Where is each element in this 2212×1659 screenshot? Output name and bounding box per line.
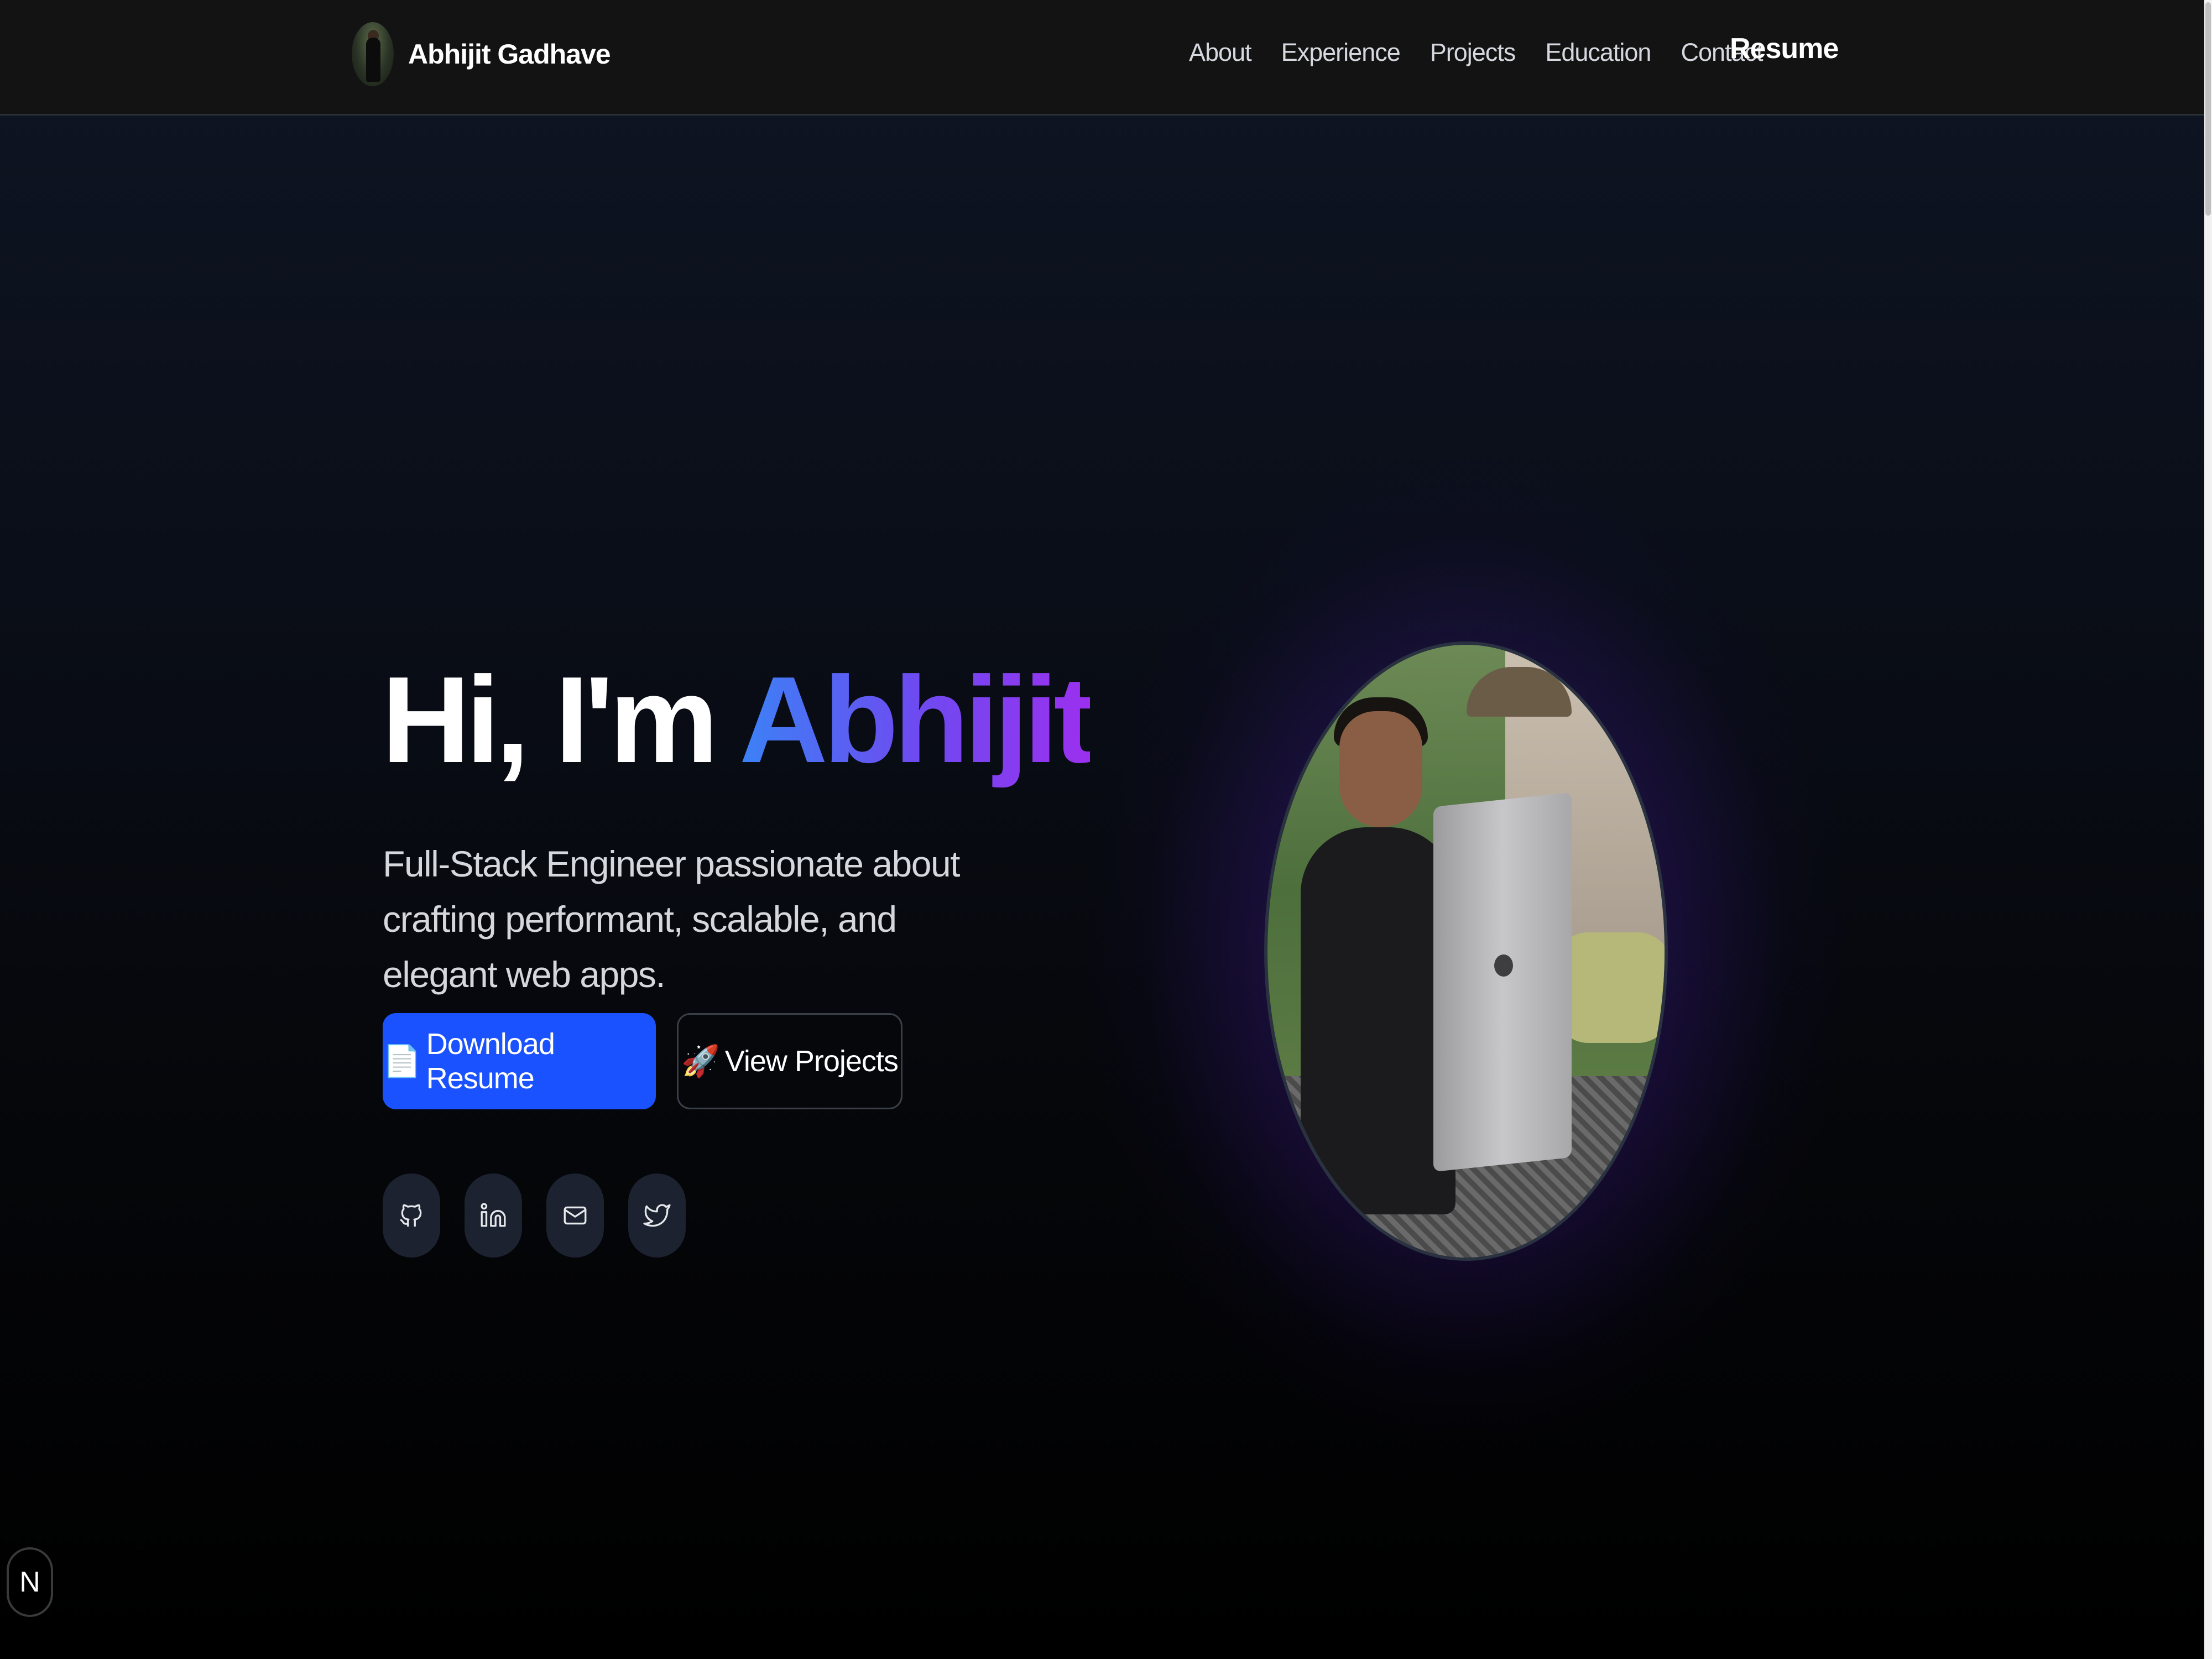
hero-name: Abhijit bbox=[739, 651, 1094, 789]
github-link[interactable] bbox=[383, 1173, 440, 1258]
mail-icon bbox=[564, 1206, 587, 1225]
view-projects-label: View Projects bbox=[724, 1045, 899, 1078]
profile-photo bbox=[1264, 641, 1668, 1261]
linkedin-icon bbox=[481, 1203, 506, 1227]
hero-subtitle: Full-Stack Engineer passionate about cra… bbox=[383, 843, 961, 995]
nav-link-education[interactable]: Education bbox=[1545, 38, 1651, 67]
twitter-icon bbox=[643, 1204, 671, 1227]
nav-links: About Experience Projects Education Cont… bbox=[1189, 33, 1793, 72]
brand-name[interactable]: Abhijit Gadhave bbox=[408, 38, 611, 70]
rocket-icon: 🚀 bbox=[681, 1044, 720, 1078]
github-icon bbox=[400, 1204, 422, 1227]
nav-link-about[interactable]: About bbox=[1189, 38, 1252, 67]
brand[interactable]: Abhijit Gadhave bbox=[352, 22, 611, 86]
nav-resume-link[interactable]: Resume bbox=[1730, 32, 1839, 65]
nav-link-experience[interactable]: Experience bbox=[1281, 38, 1401, 67]
view-projects-button[interactable]: 🚀 View Projects bbox=[677, 1013, 902, 1109]
email-link[interactable] bbox=[546, 1173, 604, 1258]
nextjs-badge[interactable]: N bbox=[7, 1547, 53, 1617]
download-resume-label: Download Resume bbox=[426, 1027, 555, 1095]
hero-greeting: Hi, I'm bbox=[382, 651, 739, 789]
twitter-link[interactable] bbox=[628, 1173, 686, 1258]
nextjs-logo-icon: N bbox=[19, 1566, 40, 1598]
download-resume-button[interactable]: 📄 Download Resume bbox=[383, 1013, 656, 1109]
navbar: Abhijit Gadhave About Experience Project… bbox=[0, 0, 2204, 116]
brand-avatar bbox=[352, 22, 394, 86]
document-icon: 📄 bbox=[383, 1044, 421, 1078]
linkedin-link[interactable] bbox=[465, 1173, 522, 1258]
nav-link-projects[interactable]: Projects bbox=[1430, 38, 1516, 67]
hero-title: Hi, I'm Abhijit bbox=[382, 651, 1094, 789]
scrollbar-thumb[interactable] bbox=[2205, 2, 2211, 216]
scrollbar[interactable] bbox=[2204, 0, 2212, 1659]
